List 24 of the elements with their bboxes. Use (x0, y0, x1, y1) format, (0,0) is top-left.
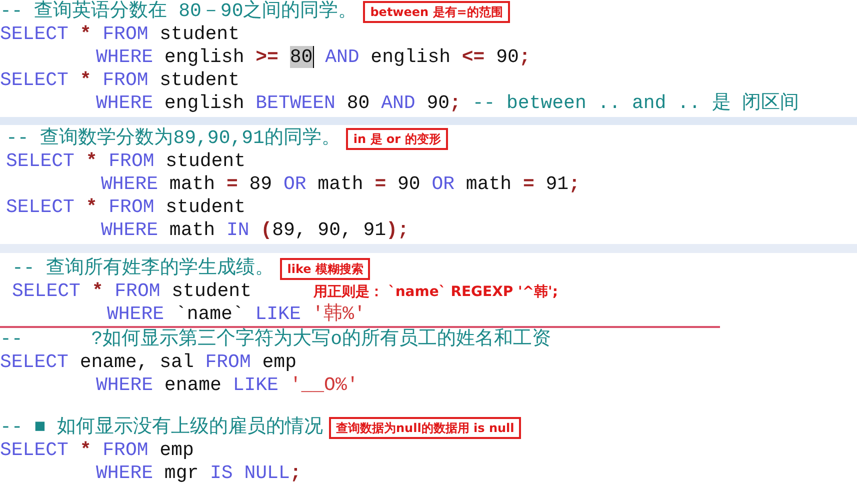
code-line: WHERE `name` LIKE '韩%' (106, 303, 366, 326)
annotation-label: 查询数据为null的数据用 is null (329, 416, 522, 438)
code-line: SELECT * FROM student (6, 150, 246, 173)
code-line: SELECT ename, sal FROM emp (0, 351, 296, 374)
annotation-text: 用正则是： `name` REGEXP '^韩'; (313, 282, 558, 300)
code-line: WHERE ename LIKE '__O%' (95, 374, 358, 397)
code-comment: -- ?如何显示第三个字符为大写o的所有员工的姓名和工资 (0, 328, 552, 351)
code-line: SELECT * FROM emp (0, 439, 194, 462)
code-line: WHERE math = 89 OR math = 90 OR math = 91; (100, 173, 580, 196)
code-line: WHERE mgr IS NULL; (95, 462, 302, 484)
annotation-label: like 模糊搜索 (280, 258, 370, 280)
code-line: SELECT * FROM student (0, 69, 240, 92)
code-line: SELECT * FROM student (0, 23, 240, 46)
code-line: WHERE math IN (89, 90, 91); (100, 219, 409, 242)
code-line: SELECT * FROM student (6, 196, 246, 219)
code-line: SELECT * FROM student (12, 280, 252, 303)
code-line: WHERE english BETWEEN 80 AND 90; -- between .. and .. 是 闭区间 (95, 92, 800, 115)
annotation-label: between 是有=的范围 (363, 0, 510, 22)
code-comment: -- 查询所有姓李的学生成绩。 (12, 257, 274, 280)
code-comment: -- 查询英语分数在 80－90之间的同学。 (0, 0, 358, 23)
annotation-label: in 是 or 的变形 (346, 128, 448, 150)
code-comment: -- 查询数学分数为89,90,91的同学。 (6, 127, 340, 150)
code-line: WHERE english >= 80 AND english <= 90; (95, 46, 530, 69)
code-comment: -- ■ 如何显示没有上级的雇员的情况 (0, 416, 324, 439)
